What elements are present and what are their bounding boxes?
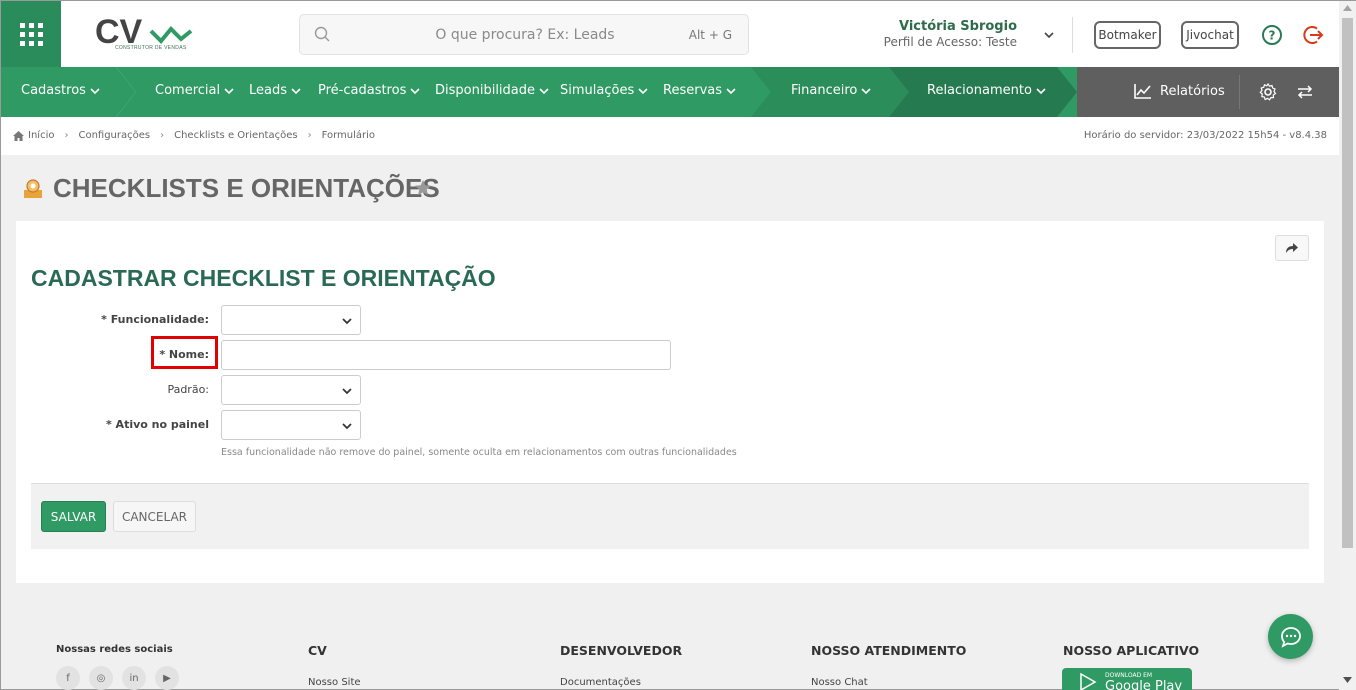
logout-icon[interactable] xyxy=(1303,24,1325,46)
breadcrumb-separator: › xyxy=(64,130,69,141)
cancel-button[interactable]: CANCELAR xyxy=(113,501,196,532)
nav-item-reservas[interactable]: Reservas xyxy=(663,83,736,98)
nav-item-pre-cadastros[interactable]: Pré-cadastros xyxy=(318,83,420,98)
footer-support-title: NOSSO ATENDIMENTO xyxy=(811,643,967,658)
chevron-down-icon xyxy=(342,423,352,430)
logo-tagline: CONSTRUTOR DE VENDAS xyxy=(115,45,187,51)
svg-text:?: ? xyxy=(1269,29,1276,43)
ativo-hint: Essa funcionalidade não remove do painel… xyxy=(221,447,737,458)
breadcrumb-item-inicio[interactable]: Início xyxy=(28,130,54,141)
search-shortcut: Alt + G xyxy=(688,28,732,42)
nav-item-comercial[interactable]: Comercial xyxy=(155,83,234,98)
nav-item-disponibilidade[interactable]: Disponibilidade xyxy=(435,83,549,98)
breadcrumb: Início › Configurações › Checklists e Or… xyxy=(13,130,375,141)
funcionalidade-label: * Funcionalidade: xyxy=(101,313,209,326)
breadcrumb-item-formulario: Formulário xyxy=(321,130,376,141)
padrao-label: Padrão: xyxy=(167,383,209,396)
jivochat-button[interactable]: Jivochat xyxy=(1181,21,1239,49)
footer-dev-title: DESENVOLVEDOR xyxy=(560,643,683,658)
nav-item-simulacoes[interactable]: Simulações xyxy=(560,83,648,98)
scrollbar-thumb[interactable] xyxy=(1342,18,1353,548)
nav-item-financeiro[interactable]: Financeiro xyxy=(791,83,871,98)
scroll-down-arrow-icon[interactable] xyxy=(1343,677,1352,683)
footer-link-nosso-site[interactable]: Nosso Site xyxy=(308,677,361,688)
nome-input[interactable] xyxy=(221,340,671,370)
chevron-down-icon xyxy=(638,87,648,94)
chevron-down-icon xyxy=(224,87,234,94)
linkedin-icon[interactable]: in xyxy=(122,666,146,690)
server-time: Horário do servidor: 23/03/2022 15h54 - … xyxy=(1083,130,1327,141)
divider xyxy=(1239,75,1240,109)
scroll-up-arrow-icon[interactable] xyxy=(1343,5,1352,11)
chevron-down-icon xyxy=(291,87,301,94)
breadcrumb-item-checklists[interactable]: Checklists e Orientações xyxy=(174,130,297,141)
nav-item-leads[interactable]: Leads xyxy=(249,83,301,98)
top-header: CV CONSTRUTOR DE VENDAS O que procura? E… xyxy=(1,1,1339,67)
footer-cv-title: CV xyxy=(308,643,327,658)
chevron-down-icon xyxy=(410,87,420,94)
padrao-select[interactable] xyxy=(221,375,361,405)
share-button[interactable] xyxy=(1275,235,1309,261)
chevron-down-icon xyxy=(90,87,100,94)
user-role: Perfil de Acesso: Teste xyxy=(883,35,1017,49)
chat-bubble-icon xyxy=(1280,626,1301,648)
gear-icon[interactable] xyxy=(1259,83,1277,101)
form-title: CADASTRAR CHECKLIST E ORIENTAÇÃO xyxy=(31,265,496,291)
search-placeholder: O que procura? Ex: Leads xyxy=(435,27,615,43)
funcionalidade-select[interactable] xyxy=(221,305,361,335)
breadcrumb-separator: › xyxy=(307,130,312,141)
checklist-icon xyxy=(24,179,42,198)
star-icon[interactable] xyxy=(414,179,432,197)
home-icon xyxy=(13,130,24,141)
youtube-icon[interactable]: ▶ xyxy=(155,666,179,690)
save-button[interactable]: SALVAR xyxy=(41,501,106,532)
page-title: CHECKLISTS E ORIENTAÇÕES xyxy=(53,173,440,203)
footer-link-documentacoes[interactable]: Documentações xyxy=(560,677,641,688)
chevron-down-icon xyxy=(726,87,736,94)
ativo-select[interactable] xyxy=(221,410,361,440)
instagram-icon[interactable]: ◎ xyxy=(89,666,113,690)
footer-link-nosso-chat[interactable]: Nosso Chat xyxy=(811,677,868,688)
ativo-label: * Ativo no painel xyxy=(105,418,209,431)
chevron-down-icon xyxy=(342,318,352,325)
chevron-down-icon xyxy=(342,388,352,395)
chart-line-icon xyxy=(1134,84,1151,99)
play-store-icon xyxy=(1080,673,1097,690)
main-nav: Cadastros Comercial Leads Pré-cadastros … xyxy=(1,67,1339,117)
chevron-down-icon xyxy=(861,87,871,94)
chat-button[interactable] xyxy=(1268,614,1313,659)
form-actions xyxy=(31,483,1309,549)
botmaker-button[interactable]: Botmaker xyxy=(1094,21,1161,49)
google-play-caption: DOWNLOAD EM xyxy=(1105,672,1153,679)
chevron-down-icon xyxy=(1036,87,1046,94)
footer-social-title: Nossas redes sociais xyxy=(56,644,173,655)
google-play-label: Google Play xyxy=(1105,679,1183,690)
nav-item-cadastros[interactable]: Cadastros xyxy=(21,83,100,98)
breadcrumb-item-configuracoes[interactable]: Configurações xyxy=(78,130,150,141)
help-icon[interactable]: ? xyxy=(1261,24,1283,46)
chevron-down-icon[interactable] xyxy=(1043,29,1055,41)
breadcrumb-bar: Início › Configurações › Checklists e Or… xyxy=(1,117,1339,155)
user-name[interactable]: Victória Sbrogio xyxy=(899,19,1017,34)
breadcrumb-separator: › xyxy=(160,130,165,141)
swap-icon[interactable] xyxy=(1296,83,1314,101)
nav-item-relatorios[interactable]: Relatórios xyxy=(1134,83,1225,99)
footer-app-title: NOSSO APLICATIVO xyxy=(1063,643,1200,658)
grid-icon xyxy=(19,22,43,46)
share-icon xyxy=(1286,243,1298,253)
global-search[interactable]: O que procura? Ex: Leads Alt + G xyxy=(299,14,749,55)
apps-menu-button[interactable] xyxy=(1,1,61,67)
divider xyxy=(1072,17,1073,53)
chevron-down-icon xyxy=(539,87,549,94)
highlight-box xyxy=(151,336,218,369)
nav-item-relacionamento[interactable]: Relacionamento xyxy=(927,83,1046,98)
facebook-icon[interactable]: f xyxy=(56,666,80,690)
